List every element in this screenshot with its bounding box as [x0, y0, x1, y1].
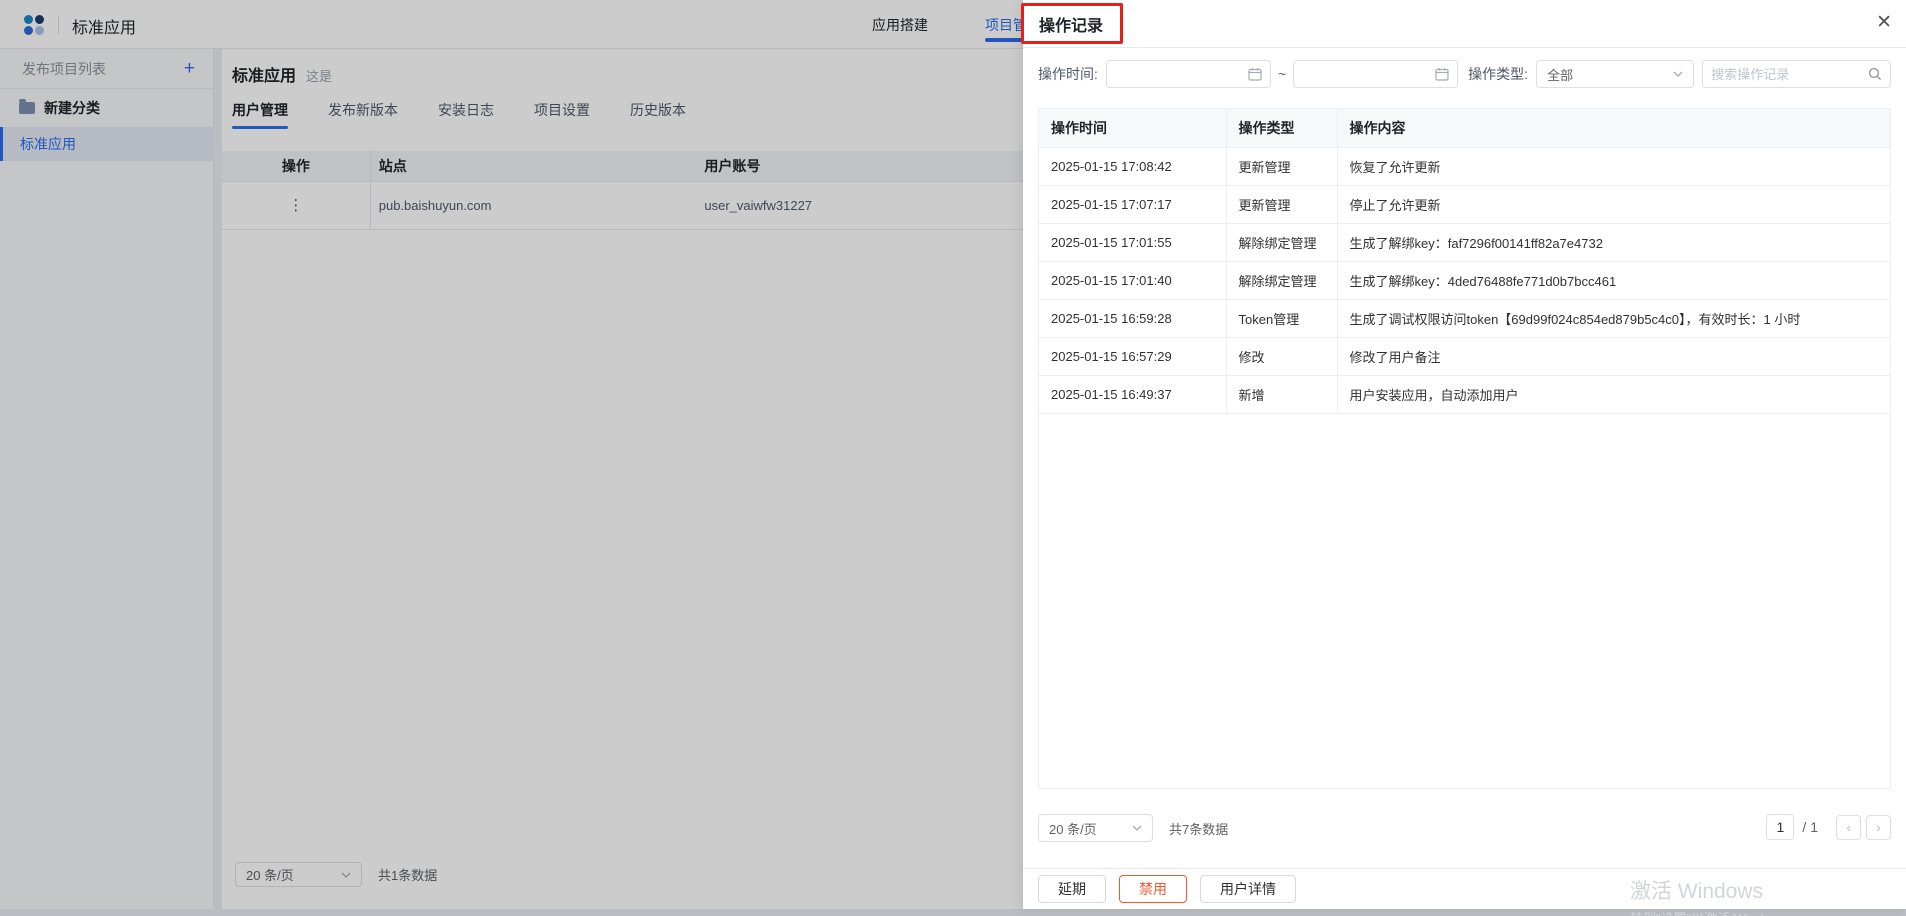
calendar-icon	[1248, 67, 1262, 81]
log-row: 2025-01-15 17:07:17 更新管理 停止了允许更新	[1039, 185, 1890, 223]
log-type: 更新管理	[1226, 185, 1337, 223]
log-time: 2025-01-15 17:07:17	[1039, 185, 1226, 223]
search-icon[interactable]	[1868, 67, 1882, 81]
col-op-type: 操作类型	[1226, 109, 1337, 147]
log-table-container: 操作时间 操作类型 操作内容 2025-01-15 17:08:42 更新管理 …	[1038, 108, 1891, 789]
page-total: / 1	[1802, 819, 1818, 835]
log-content: 生成了解绑key：faf7296f00141ff82a7e4732	[1337, 223, 1890, 261]
log-time: 2025-01-15 17:01:55	[1039, 223, 1226, 261]
log-time: 2025-01-15 16:59:28	[1039, 299, 1226, 337]
log-row: 2025-01-15 17:01:40 解除绑定管理 生成了解绑key：4ded…	[1039, 261, 1890, 299]
chevron-down-icon	[1673, 71, 1683, 77]
log-content: 用户安装应用，自动添加用户	[1337, 375, 1890, 413]
log-content: 停止了允许更新	[1337, 185, 1890, 223]
chevron-down-icon	[1132, 825, 1142, 831]
log-content: 生成了调试权限访问token【69d99f024c854ed879b5c4c0】…	[1337, 299, 1890, 337]
col-op-content: 操作内容	[1337, 109, 1890, 147]
next-page-button[interactable]: ›	[1866, 815, 1891, 840]
prev-page-button[interactable]: ‹	[1836, 815, 1861, 840]
log-time: 2025-01-15 17:01:40	[1039, 261, 1226, 299]
log-type: 解除绑定管理	[1226, 223, 1337, 261]
log-content: 生成了解绑key：4ded76488fe771d0b7bcc461	[1337, 261, 1890, 299]
log-row: 2025-01-15 16:57:29 修改 修改了用户备注	[1039, 337, 1890, 375]
page-size-value: 20 条/页	[1049, 819, 1097, 838]
log-row: 2025-01-15 17:01:55 解除绑定管理 生成了解绑key：faf7…	[1039, 223, 1890, 261]
drawer-body: 操作时间: ~ 操作类型: 全部	[1023, 60, 1906, 880]
pager: 1 / 1 ‹ ›	[1766, 814, 1891, 840]
log-type: 新增	[1226, 375, 1337, 413]
disable-button[interactable]: 禁用	[1119, 875, 1187, 903]
log-time: 2025-01-15 16:49:37	[1039, 375, 1226, 413]
drawer-title: 操作记录	[1039, 12, 1103, 36]
log-row: 2025-01-15 16:49:37 新增 用户安装应用，自动添加用户	[1039, 375, 1890, 413]
operation-log-drawer: 操作记录 ✕ 操作时间: ~ 操作类型: 全部	[1023, 0, 1906, 909]
current-page[interactable]: 1	[1766, 814, 1794, 840]
log-type: 修改	[1226, 337, 1337, 375]
log-time: 2025-01-15 16:57:29	[1039, 337, 1226, 375]
search-input[interactable]	[1711, 67, 1861, 82]
start-date-input[interactable]	[1106, 60, 1271, 88]
drawer-pagination: 20 条/页 共7条数据 1 / 1 ‹ ›	[1038, 813, 1891, 843]
range-separator: ~	[1278, 66, 1286, 82]
col-op-time: 操作时间	[1039, 109, 1226, 147]
user-detail-button[interactable]: 用户详情	[1200, 875, 1296, 903]
type-select-value: 全部	[1547, 65, 1573, 84]
drawer-header: 操作记录 ✕	[1023, 0, 1906, 48]
log-table: 操作时间 操作类型 操作内容 2025-01-15 17:08:42 更新管理 …	[1039, 109, 1890, 414]
postpone-button[interactable]: 延期	[1038, 875, 1106, 903]
log-content: 修改了用户备注	[1337, 337, 1890, 375]
search-field	[1702, 60, 1891, 88]
end-date-input[interactable]	[1293, 60, 1458, 88]
log-type: Token管理	[1226, 299, 1337, 337]
log-row: 2025-01-15 16:59:28 Token管理 生成了调试权限访问tok…	[1039, 299, 1890, 337]
page-size-select[interactable]: 20 条/页	[1038, 814, 1153, 842]
log-type: 解除绑定管理	[1226, 261, 1337, 299]
drawer-footer: 延期 禁用 用户详情	[1023, 868, 1906, 909]
log-header-row: 操作时间 操作类型 操作内容	[1039, 109, 1890, 147]
calendar-icon	[1435, 67, 1449, 81]
total-count: 共7条数据	[1169, 819, 1228, 838]
log-type: 更新管理	[1226, 147, 1337, 185]
log-time: 2025-01-15 17:08:42	[1039, 147, 1226, 185]
type-select[interactable]: 全部	[1536, 60, 1694, 88]
type-filter-label: 操作类型:	[1468, 64, 1528, 84]
close-icon[interactable]: ✕	[1876, 13, 1892, 32]
filter-bar: 操作时间: ~ 操作类型: 全部	[1038, 60, 1891, 88]
log-row: 2025-01-15 17:08:42 更新管理 恢复了允许更新	[1039, 147, 1890, 185]
time-filter-label: 操作时间:	[1038, 64, 1098, 84]
log-content: 恢复了允许更新	[1337, 147, 1890, 185]
